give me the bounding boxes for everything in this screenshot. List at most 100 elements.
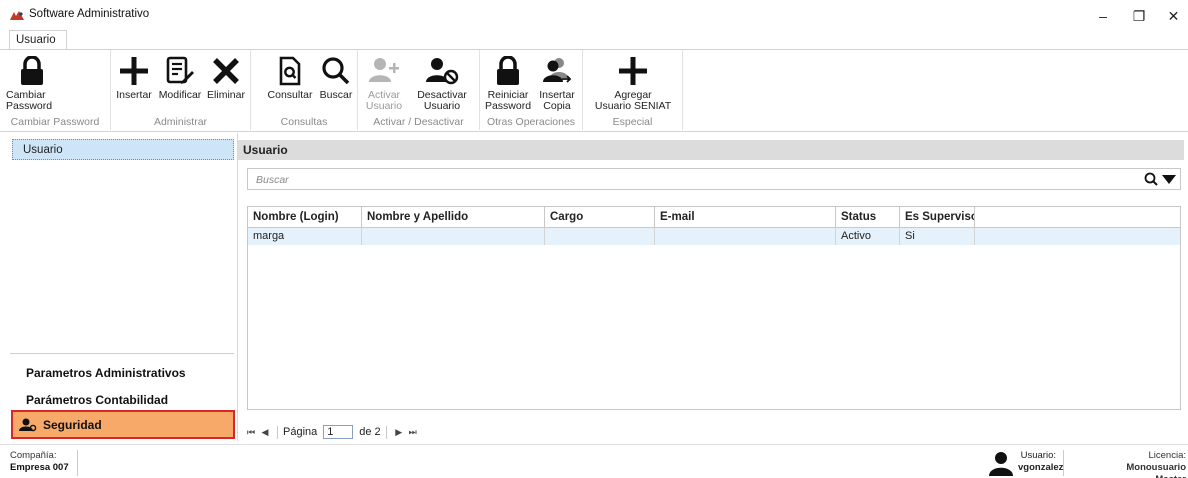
- eliminar-label: Eliminar: [207, 89, 245, 101]
- company-label: Compañía:: [10, 450, 57, 461]
- insertar-copia-button[interactable]: Insertar Copia: [536, 52, 578, 112]
- user-avatar-icon: [989, 452, 1013, 476]
- cell-login: marga: [248, 228, 362, 245]
- group-label-especial: Especial: [612, 116, 653, 128]
- search-input[interactable]: Buscar: [247, 168, 1181, 190]
- users-copy-icon: [543, 58, 572, 83]
- pager-total: de 2: [359, 426, 381, 438]
- group-label-activar-desactivar: Activar / Desactivar: [373, 116, 464, 128]
- window-title: Software Administrativo: [29, 8, 150, 20]
- modificar-label: Modificar: [158, 89, 202, 101]
- group-label-cambiar-password: Cambiar Password: [10, 116, 100, 128]
- company-info: Compañía: Empresa 007: [10, 450, 78, 476]
- ribbon: Cambiar Password Cambiar Password Insert…: [0, 49, 1188, 132]
- desactivar-usuario-label: Desactivar Usuario: [417, 89, 467, 112]
- lock-icon: [21, 56, 43, 85]
- insertar-label: Insertar: [116, 89, 152, 101]
- reiniciar-password-button[interactable]: Reiniciar Password: [483, 52, 533, 112]
- search-icon: [322, 57, 350, 85]
- user-add-icon: [369, 58, 399, 82]
- modificar-button[interactable]: Modificar: [158, 52, 202, 101]
- cell-status: Activo: [836, 228, 900, 245]
- column-header-email[interactable]: E-mail: [655, 207, 836, 227]
- status-bar: Compañía: Empresa 007 Usuario: vgonzalez…: [0, 444, 1188, 478]
- nav-section-parametros-administrativos[interactable]: Parametros Administrativos: [26, 366, 186, 380]
- eliminar-button[interactable]: Eliminar: [205, 52, 247, 101]
- edit-icon: [166, 56, 194, 84]
- insertar-button[interactable]: Insertar: [116, 52, 152, 101]
- ribbon-group-consultas: Consultar Buscar Consultas: [251, 50, 358, 130]
- ribbon-group-cambiar-password: Cambiar Password Cambiar Password: [0, 50, 111, 130]
- ribbon-group-administrar: Insertar Modificar Eliminar Administrar: [111, 50, 251, 130]
- nav-section-parametros-contabilidad[interactable]: Parámetros Contabilidad: [26, 393, 168, 407]
- cell-nombre: [362, 228, 545, 245]
- pager: ⏮ ◀ Página 1 de 2 ▶ ⏭: [244, 424, 420, 440]
- license-label: Licencia:: [1148, 450, 1187, 461]
- license-value: Monousuario: [1126, 462, 1186, 473]
- title-bar: Software Administrativo – ❐ ✕: [0, 0, 1188, 30]
- document-search-icon: [279, 56, 301, 86]
- buscar-button[interactable]: Buscar: [317, 52, 355, 101]
- next-page-icon[interactable]: ▶: [392, 427, 406, 438]
- column-header-status[interactable]: Status: [836, 207, 900, 227]
- activar-usuario-label: Activar Usuario: [365, 89, 403, 112]
- search-placeholder: Buscar: [256, 174, 289, 186]
- ribbon-group-otras-operaciones: Reiniciar Password Insertar Copia Otras …: [480, 50, 583, 130]
- nav-item-usuario[interactable]: Usuario: [12, 139, 234, 160]
- ribbon-group-activar-desactivar: Activar Usuario Desactivar Usuario Activ…: [358, 50, 480, 130]
- user-name: vgonzalez: [1018, 462, 1064, 473]
- user-settings-icon: [19, 418, 37, 432]
- cell-email: [655, 228, 836, 245]
- user-block-icon: [426, 58, 459, 85]
- first-page-icon[interactable]: ⏮: [244, 427, 258, 438]
- plus-icon: [120, 57, 148, 85]
- table-row[interactable]: marga Activo Si: [248, 228, 1180, 245]
- column-header-cargo[interactable]: Cargo: [545, 207, 655, 227]
- license-type: Master: [1155, 474, 1186, 478]
- app-logo-icon: [10, 11, 24, 20]
- consultar-button[interactable]: Consultar: [265, 52, 315, 101]
- user-label: Usuario:: [1020, 450, 1056, 461]
- pager-label: Página: [283, 426, 318, 438]
- buscar-label: Buscar: [319, 89, 353, 101]
- tab-usuario[interactable]: Usuario: [9, 30, 67, 50]
- group-label-administrar: Administrar: [153, 116, 208, 128]
- x-icon: [213, 58, 239, 84]
- maximize-button[interactable]: ❐: [1119, 4, 1159, 28]
- cell-cargo: [545, 228, 655, 245]
- chevron-down-icon[interactable]: [1161, 173, 1177, 185]
- license-info: Licencia: Monousuario Master: [1098, 450, 1186, 478]
- search-icon[interactable]: [1144, 172, 1158, 186]
- close-button[interactable]: ✕: [1159, 4, 1188, 28]
- desactivar-usuario-button[interactable]: Desactivar Usuario: [414, 52, 470, 112]
- column-header-login[interactable]: Nombre (Login): [248, 207, 362, 227]
- plus-icon: [619, 57, 647, 85]
- company-name: Empresa 007: [10, 462, 69, 473]
- nav-section-seguridad[interactable]: Seguridad: [11, 410, 235, 439]
- reiniciar-password-label: Reiniciar Password: [484, 89, 532, 112]
- cambiar-password-label: Cambiar Password: [6, 89, 53, 112]
- previous-page-icon[interactable]: ◀: [258, 427, 272, 438]
- column-header-supervisor[interactable]: Es Superviso: [900, 207, 975, 227]
- activar-usuario-button[interactable]: Activar Usuario: [362, 52, 406, 112]
- page-title: Usuario: [238, 140, 1184, 160]
- page-number-input[interactable]: 1: [323, 425, 354, 439]
- ribbon-group-especial: Agregar Usuario SENIAT Especial: [583, 50, 683, 130]
- consultar-label: Consultar: [267, 89, 313, 101]
- cell-supervisor: Si: [900, 228, 975, 245]
- pager-divider: [385, 425, 387, 439]
- nav-section-seguridad-label: Seguridad: [43, 418, 102, 432]
- nav-divider: [10, 353, 234, 354]
- group-label-otras-operaciones: Otras Operaciones: [486, 116, 576, 128]
- column-header-nombre[interactable]: Nombre y Apellido: [362, 207, 545, 227]
- agregar-usuario-seniat-button[interactable]: Agregar Usuario SENIAT: [589, 52, 677, 112]
- user-info: Usuario: vgonzalez: [988, 450, 1064, 476]
- insertar-copia-label: Insertar Copia: [539, 89, 575, 112]
- last-page-icon[interactable]: ⏭: [406, 427, 420, 438]
- group-label-consultas: Consultas: [280, 116, 328, 128]
- users-table: Nombre (Login) Nombre y Apellido Cargo E…: [247, 206, 1181, 410]
- table-header: Nombre (Login) Nombre y Apellido Cargo E…: [248, 207, 1180, 228]
- cambiar-password-button[interactable]: Cambiar Password: [4, 52, 60, 112]
- minimize-button[interactable]: –: [1083, 4, 1123, 28]
- lock-icon: [497, 56, 519, 85]
